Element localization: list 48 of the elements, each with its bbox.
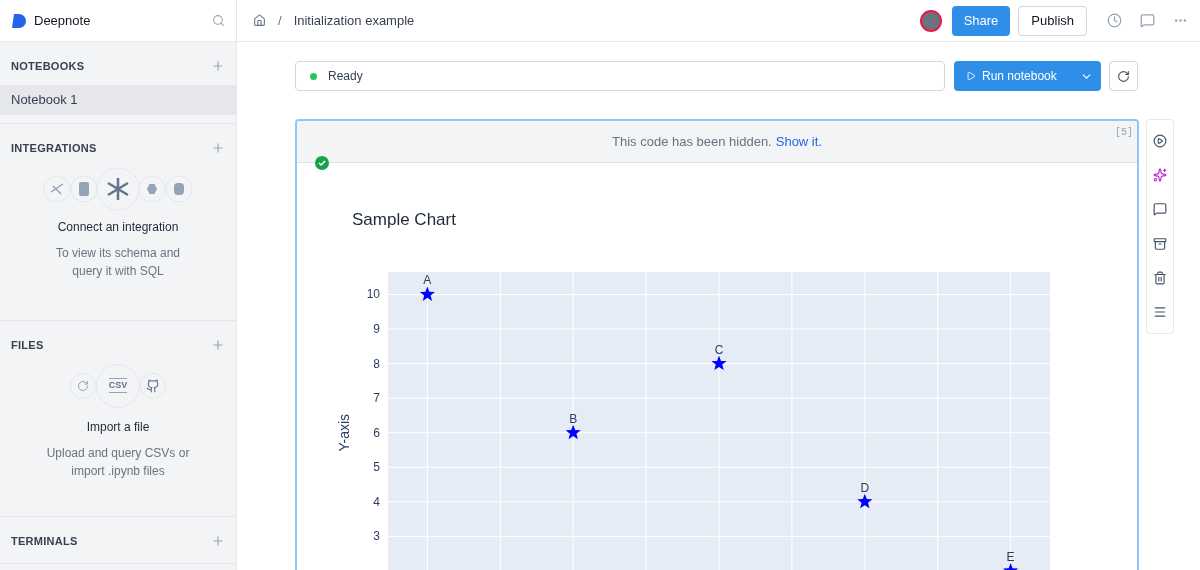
- run-icon[interactable]: [1153, 134, 1167, 149]
- chart-title: Sample Chart: [352, 210, 456, 229]
- hidden-code-message: This code has been hidden.: [612, 132, 772, 151]
- notebook-item[interactable]: Notebook 1: [0, 84, 236, 115]
- archive-icon[interactable]: [1153, 236, 1167, 251]
- home-icon[interactable]: [253, 14, 266, 27]
- app-logo: [11, 12, 27, 29]
- breadcrumb-separator: /: [278, 11, 282, 30]
- point-label: B: [569, 411, 578, 426]
- publish-button[interactable]: Publish: [1018, 5, 1087, 36]
- y-tick-label: 10: [366, 287, 380, 302]
- refresh-button[interactable]: [1109, 61, 1138, 91]
- comment-icon[interactable]: [1140, 13, 1155, 28]
- notebook-title[interactable]: Initialization example: [293, 10, 415, 31]
- section-title: FILES: [11, 338, 44, 353]
- play-icon: [966, 71, 976, 81]
- history-icon[interactable]: [1107, 13, 1122, 28]
- files-description: Upload and query CSVs or import .ipynb files: [45, 444, 191, 480]
- menu-icon[interactable]: [1153, 304, 1167, 319]
- point-label: D: [860, 480, 870, 495]
- files-heading: Import a file: [86, 418, 150, 436]
- integration-heading: Connect an integration: [57, 219, 179, 236]
- search-icon[interactable]: [212, 14, 225, 27]
- show-code-link[interactable]: Show it.: [775, 131, 822, 152]
- section-title: NOTEBOOKS: [11, 59, 85, 74]
- comment-icon[interactable]: [1153, 202, 1167, 217]
- y-tick-label: 8: [373, 356, 380, 371]
- y-tick-label: 7: [373, 391, 380, 406]
- status-label: Ready: [328, 68, 363, 85]
- point-label: C: [714, 342, 724, 357]
- delete-icon[interactable]: [1153, 270, 1167, 285]
- y-tick-label: 6: [373, 425, 380, 440]
- cell-number: [5]: [1115, 126, 1133, 140]
- section-title: INTEGRATIONS: [11, 140, 97, 156]
- csv-badge: CSV: [108, 377, 128, 394]
- y-tick-label: 3: [373, 529, 380, 544]
- integration-description: To view its schema and query it with SQL: [54, 245, 182, 280]
- point-label: A: [423, 273, 432, 288]
- y-axis-label: Y-axis: [336, 413, 352, 452]
- section-title: TERMINALS: [11, 533, 78, 549]
- point-label: E: [1006, 549, 1015, 564]
- refresh-icon: [1117, 69, 1130, 83]
- sparkles-icon[interactable]: [1153, 168, 1167, 183]
- avatar[interactable]: [919, 9, 942, 32]
- y-tick-label: 9: [373, 322, 380, 336]
- y-tick-label: 4: [373, 494, 380, 509]
- y-tick-label: 5: [373, 460, 380, 475]
- app-name: Deepnote: [34, 11, 91, 30]
